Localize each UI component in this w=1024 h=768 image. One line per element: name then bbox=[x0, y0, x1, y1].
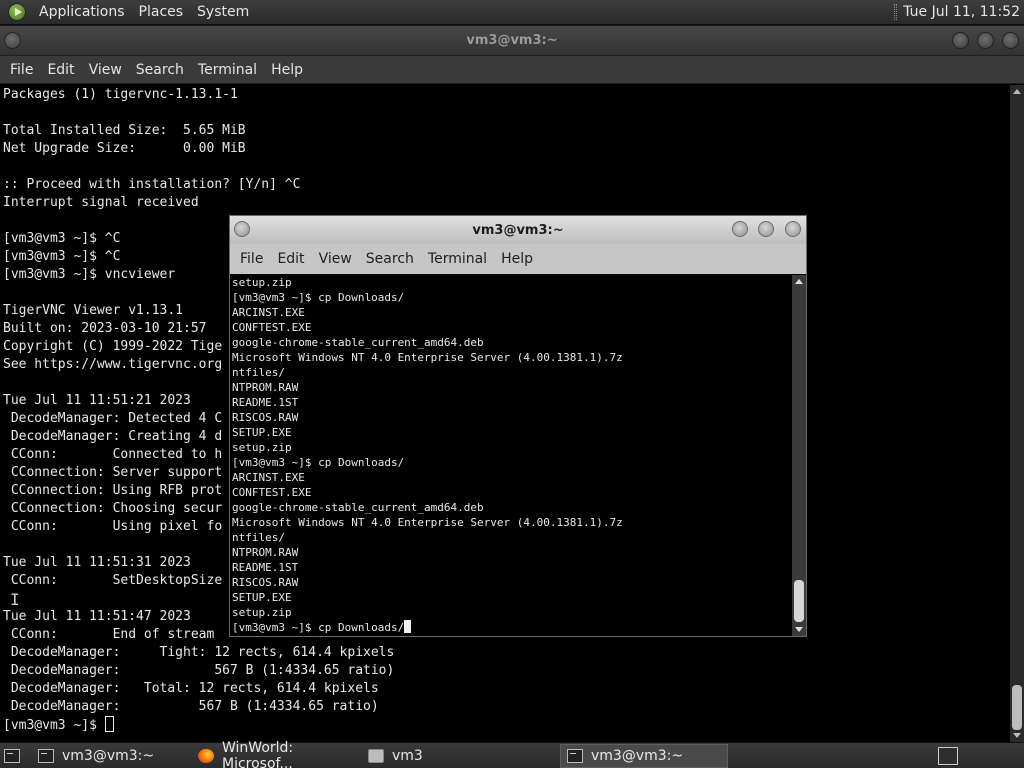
terminal-line: ntfiles/ bbox=[232, 531, 285, 544]
inner-window-titlebar[interactable]: vm3@vm3:~ bbox=[230, 216, 806, 244]
main-window-titlebar[interactable]: vm3@vm3:~ bbox=[0, 26, 1024, 56]
folder-icon bbox=[368, 748, 384, 763]
main-menu-help[interactable]: Help bbox=[264, 62, 310, 78]
inner-terminal-window: vm3@vm3:~ File Edit View Search Terminal… bbox=[229, 215, 807, 637]
inner-menu-terminal[interactable]: Terminal bbox=[421, 251, 494, 267]
top-panel: Applications Places System Tue Jul 11, 1… bbox=[0, 0, 1024, 25]
terminal-line: DecodeManager: 567 B (1:4334.65 ratio) bbox=[3, 699, 379, 714]
terminal-line: NTPROM.RAW bbox=[232, 381, 299, 394]
terminal-line: DecodeManager: Total: 12 rects, 614.4 kp… bbox=[3, 681, 379, 696]
terminal-prompt-line: [vm3@vm3 ~]$ cp Downloads/ bbox=[232, 620, 623, 635]
terminal-line: RISCOS.RAW bbox=[232, 411, 299, 424]
inner-menu-help[interactable]: Help bbox=[494, 251, 540, 267]
inner-scroll-up-icon[interactable] bbox=[795, 279, 803, 284]
inner-menu-edit[interactable]: Edit bbox=[270, 251, 311, 267]
terminal-line: google-chrome-stable_current_amd64.deb bbox=[232, 501, 484, 514]
taskbar-item-terminal-1[interactable]: vm3@vm3:~ bbox=[32, 744, 192, 768]
terminal-line: Interrupt signal received bbox=[3, 195, 199, 210]
inner-terminal-output[interactable]: setup.zip [vm3@vm3 ~]$ cp Downloads/ARCIN… bbox=[232, 275, 623, 635]
distro-logo-icon[interactable] bbox=[8, 3, 26, 21]
text-cursor-icon bbox=[404, 620, 412, 633]
panel-separator bbox=[894, 4, 898, 20]
terminal-prompt-line: [vm3@vm3 ~]$ bbox=[3, 716, 394, 735]
close-icon[interactable] bbox=[1002, 32, 1019, 49]
terminal-prompt: [vm3@vm3 ~]$ cp Downloads/ bbox=[232, 621, 405, 634]
inner-menubar: File Edit View Search Terminal Help bbox=[230, 244, 806, 274]
inner-window-menu-icon[interactable] bbox=[234, 221, 250, 237]
menu-system[interactable]: System bbox=[190, 4, 256, 20]
inner-scroll-thumb[interactable] bbox=[794, 580, 804, 622]
main-menu-edit[interactable]: Edit bbox=[40, 62, 81, 78]
taskbar-item-firefox[interactable]: WinWorld: Microsof... bbox=[192, 740, 362, 768]
inner-scroll-down-icon[interactable] bbox=[795, 627, 803, 632]
main-menu-terminal[interactable]: Terminal bbox=[191, 62, 264, 78]
terminal-line: Net Upgrade Size: 0.00 MiB bbox=[3, 141, 246, 156]
taskbar: vm3@vm3:~ WinWorld: Microsof... vm3 vm3@… bbox=[0, 740, 1024, 768]
terminal-line: README.1ST bbox=[232, 396, 299, 409]
terminal-line: Total Installed Size: 5.65 MiB bbox=[3, 123, 246, 138]
scroll-down-icon[interactable] bbox=[1013, 733, 1021, 738]
maximize-icon[interactable] bbox=[977, 32, 994, 49]
terminal-line: RISCOS.RAW bbox=[232, 576, 299, 589]
inner-maximize-icon[interactable] bbox=[758, 221, 774, 237]
terminal-line: :: Proceed with installation? [Y/n] ^C bbox=[3, 177, 301, 192]
terminal-line: CONFTEST.EXE bbox=[232, 486, 312, 499]
terminal-prompt: [vm3@vm3 ~]$ bbox=[3, 718, 105, 733]
terminal-line: setup.zip bbox=[232, 276, 292, 289]
show-desktop-terminal-icon[interactable] bbox=[4, 748, 20, 763]
terminal-icon bbox=[38, 748, 54, 763]
taskbar-item-terminal-2[interactable]: vm3@vm3:~ bbox=[560, 743, 728, 768]
terminal-icon bbox=[567, 748, 583, 763]
minimize-icon[interactable] bbox=[952, 32, 969, 49]
terminal-line: SETUP.EXE bbox=[232, 591, 292, 604]
terminal-line: Microsoft Windows NT 4.0 Enterprise Serv… bbox=[232, 351, 623, 364]
taskbar-item-label: WinWorld: Microsof... bbox=[222, 739, 294, 768]
window-menu-icon[interactable] bbox=[4, 32, 21, 49]
inner-scrollbar[interactable] bbox=[792, 275, 806, 636]
terminal-line: SETUP.EXE bbox=[232, 426, 292, 439]
panel-clock[interactable]: Tue Jul 11, 11:52 bbox=[903, 4, 1024, 20]
terminal-line: NTPROM.RAW bbox=[232, 546, 299, 559]
taskbar-item-label: vm3@vm3:~ bbox=[591, 747, 684, 764]
main-scrollbar[interactable] bbox=[1010, 85, 1024, 742]
show-desktop-icon[interactable] bbox=[938, 746, 958, 765]
inner-minimize-icon[interactable] bbox=[732, 221, 748, 237]
terminal-line: CONFTEST.EXE bbox=[232, 321, 312, 334]
terminal-line: ARCINST.EXE bbox=[232, 471, 305, 484]
taskbar-item-label: vm3@vm3:~ bbox=[62, 747, 155, 764]
terminal-line: ntfiles/ bbox=[232, 366, 285, 379]
terminal-line: DecodeManager: 567 B (1:4334.65 ratio) bbox=[3, 663, 395, 678]
terminal-line: ARCINST.EXE bbox=[232, 306, 305, 319]
inner-window-title: vm3@vm3:~ bbox=[472, 222, 564, 238]
terminal-line: README.1ST bbox=[232, 561, 299, 574]
main-window-title: vm3@vm3:~ bbox=[466, 33, 558, 48]
taskbar-item-folder[interactable]: vm3 bbox=[362, 744, 522, 768]
terminal-line: [vm3@vm3 ~]$ cp Downloads/ bbox=[232, 291, 405, 304]
main-scroll-thumb[interactable] bbox=[1012, 685, 1022, 730]
inner-close-icon[interactable] bbox=[785, 221, 801, 237]
text-cursor-icon bbox=[104, 716, 114, 732]
taskbar-item-label: vm3 bbox=[392, 747, 423, 764]
main-menubar: File Edit View Search Terminal Help bbox=[0, 56, 1024, 84]
terminal-line: setup.zip bbox=[232, 441, 292, 454]
menu-places[interactable]: Places bbox=[132, 4, 191, 20]
terminal-line: DecodeManager: Tight: 12 rects, 614.4 kp… bbox=[3, 645, 395, 660]
main-menu-view[interactable]: View bbox=[82, 62, 129, 78]
terminal-line: google-chrome-stable_current_amd64.deb bbox=[232, 336, 484, 349]
inner-menu-view[interactable]: View bbox=[312, 251, 359, 267]
menu-applications[interactable]: Applications bbox=[32, 4, 132, 20]
inner-menu-search[interactable]: Search bbox=[359, 251, 421, 267]
terminal-line: Packages (1) tigervnc-1.13.1-1 bbox=[3, 87, 238, 102]
terminal-line: [vm3@vm3 ~]$ cp Downloads/ bbox=[232, 456, 405, 469]
main-menu-search[interactable]: Search bbox=[129, 62, 191, 78]
scroll-up-icon[interactable] bbox=[1013, 89, 1021, 94]
main-menu-file[interactable]: File bbox=[3, 62, 40, 78]
ibeam-cursor-icon: I bbox=[10, 590, 20, 609]
terminal-line: setup.zip bbox=[232, 606, 292, 619]
inner-menu-file[interactable]: File bbox=[233, 251, 270, 267]
firefox-icon bbox=[198, 748, 214, 763]
terminal-line: Microsoft Windows NT 4.0 Enterprise Serv… bbox=[232, 516, 623, 529]
